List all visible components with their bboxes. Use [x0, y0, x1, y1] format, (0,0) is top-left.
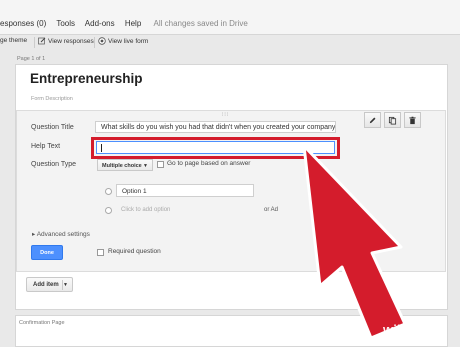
wikihow-watermark: wikiHow	[383, 322, 436, 337]
watermark-part2: How	[408, 322, 437, 337]
annotation-arrow-icon	[302, 144, 407, 340]
watermark-part1: wiki	[383, 322, 409, 337]
